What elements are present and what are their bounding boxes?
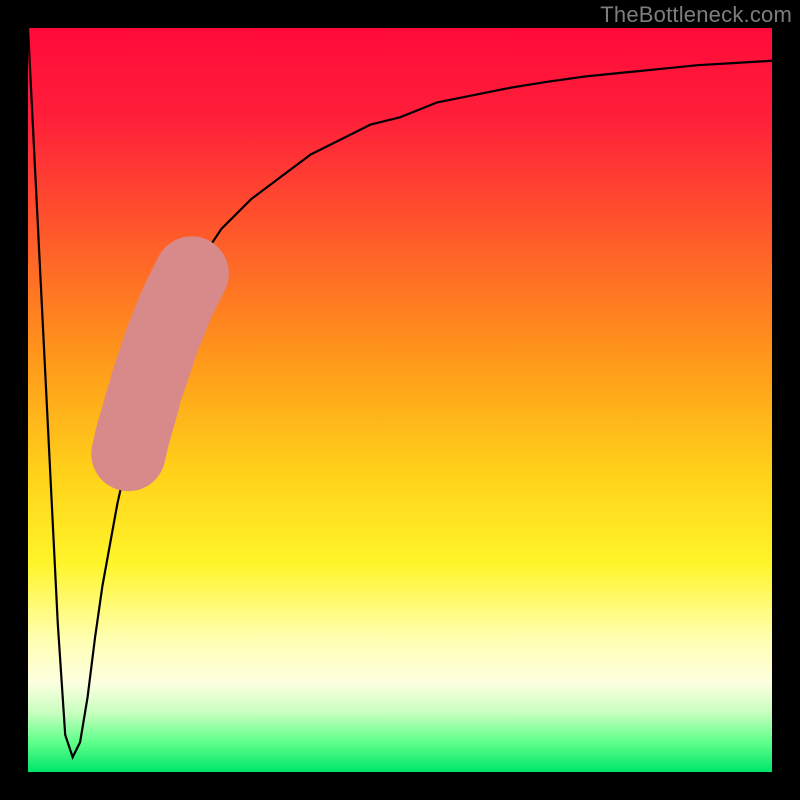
- highlight-segment: [128, 398, 143, 454]
- chart-svg: [28, 28, 772, 772]
- chart-frame: TheBottleneck.com: [0, 0, 800, 800]
- watermark-text: TheBottleneck.com: [600, 2, 792, 28]
- plot-area: [28, 28, 772, 772]
